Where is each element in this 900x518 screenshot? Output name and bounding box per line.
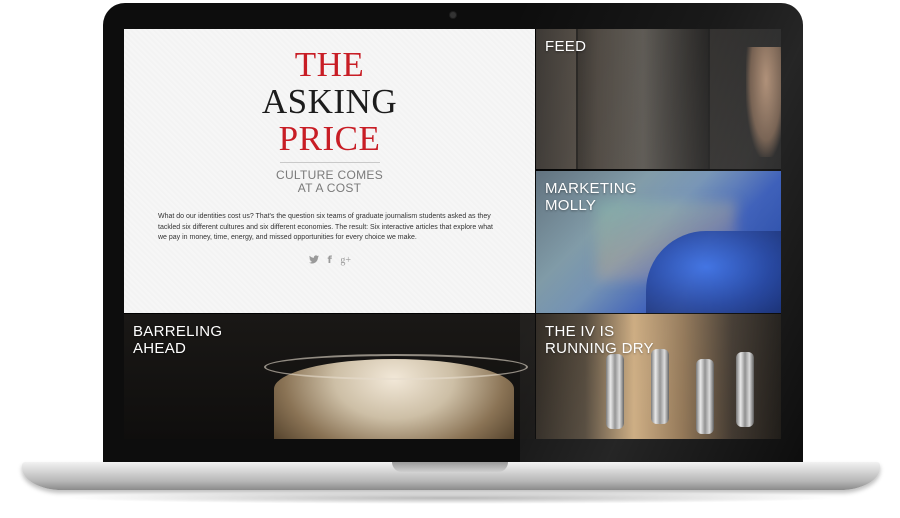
barrel-image [576,29,710,169]
beer-glass-rim [264,354,528,380]
google-plus-icon[interactable]: g+ [340,256,351,266]
masthead-divider [280,162,380,163]
story-tile-title: THE IV IS RUNNING DRY [545,323,654,357]
camera-icon [450,12,456,18]
story-tile-marketing-molly[interactable]: MARKETING MOLLY [536,171,781,313]
masthead-line-2: ASKING [261,82,398,121]
intro-panel: THE ASKING PRICE CULTURE COMES AT A COST… [124,29,535,313]
iv-bag-image [651,349,669,424]
laptop-shadow [60,492,840,504]
intro-description: What do our identities cost us? That's t… [158,213,493,241]
story-tile-title: FEED [545,38,587,55]
iv-bag-image [696,359,714,434]
tagline: CULTURE COMES AT A COST [275,168,384,195]
laptop-screen: THE ASKING PRICE CULTURE COMES AT A COST… [124,29,781,439]
social-links: f g+ [309,255,351,267]
iv-bag-image [606,354,624,429]
story-tile-barreling-ahead[interactable]: BARRELING AHEAD [124,314,535,439]
story-tile-iv-running-dry[interactable]: THE IV IS RUNNING DRY [536,314,781,439]
masthead-line-3: PRICE [278,119,381,158]
person-image [746,47,781,157]
twitter-icon[interactable] [309,255,319,267]
story-tile-title: MARKETING MOLLY [545,180,637,214]
story-tile-title: BARRELING AHEAD [133,323,223,357]
story-tile-feed[interactable]: FEED [536,29,781,169]
iv-bag-image [736,352,754,427]
laptop-base-notch [392,462,508,472]
facebook-icon[interactable]: f [328,256,332,266]
masthead-line-1: THE [294,45,365,84]
